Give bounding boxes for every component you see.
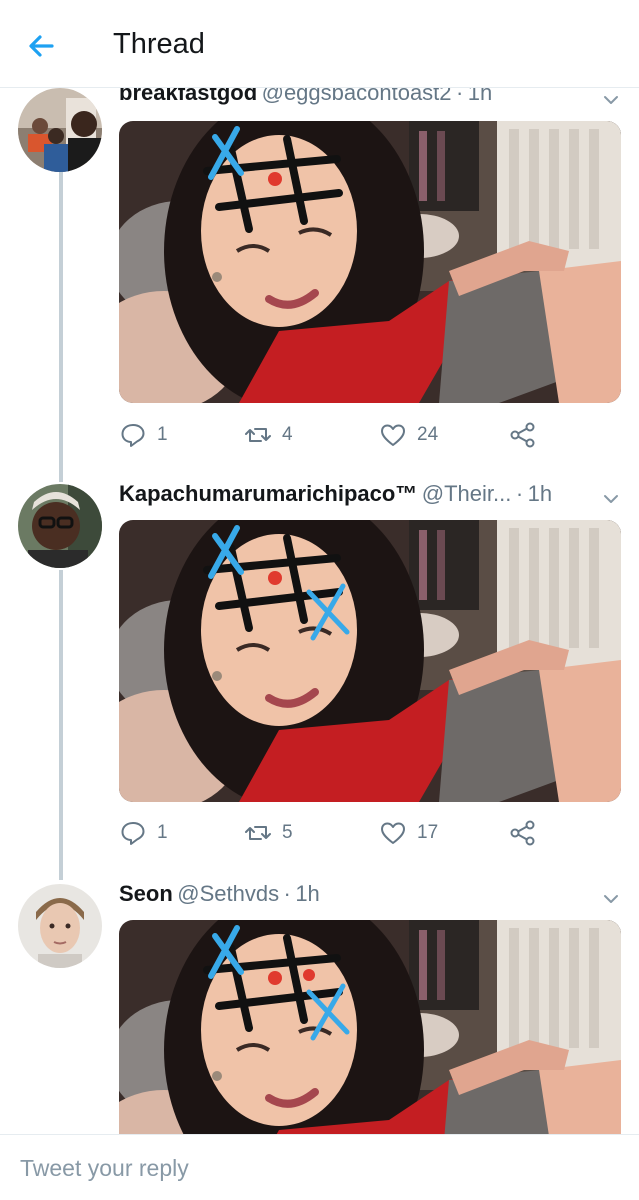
reply-icon bbox=[121, 424, 145, 447]
separator-dot: · bbox=[455, 88, 464, 105]
retweet-count: 4 bbox=[282, 424, 293, 445]
retweet-button[interactable]: 5 bbox=[244, 818, 293, 848]
heart-icon bbox=[381, 424, 405, 446]
photo-image bbox=[119, 520, 621, 802]
separator-dot: · bbox=[283, 881, 291, 906]
avatar[interactable] bbox=[18, 884, 102, 968]
tweet-header: breakfastgod @eggsbacontoast2 · 1h bbox=[119, 88, 617, 110]
reply-composer bbox=[0, 1134, 639, 1200]
photo-image bbox=[119, 121, 621, 403]
chevron-down-icon[interactable] bbox=[601, 889, 621, 909]
timestamp[interactable]: 1h bbox=[295, 881, 319, 906]
chevron-down-icon[interactable] bbox=[601, 90, 621, 110]
handle[interactable]: @eggsbacontoast2 bbox=[262, 88, 452, 105]
retweet-count: 5 bbox=[282, 822, 293, 843]
share-button[interactable] bbox=[509, 818, 537, 848]
reply-count: 1 bbox=[157, 424, 168, 445]
tweet-actions: 1 5 17 bbox=[119, 818, 539, 848]
like-count: 24 bbox=[417, 424, 439, 445]
photo-image bbox=[119, 920, 621, 1134]
page-title: Thread bbox=[113, 28, 205, 60]
display-name[interactable]: Kapachumarumarichipaco™ bbox=[119, 481, 417, 506]
like-count: 17 bbox=[417, 822, 439, 843]
reply-input[interactable] bbox=[0, 1135, 639, 1200]
separator-dot: · bbox=[515, 481, 524, 506]
share-icon bbox=[510, 422, 535, 448]
back-button[interactable] bbox=[22, 26, 62, 66]
avatar[interactable] bbox=[18, 484, 102, 568]
tweet-header: Kapachumarumarichipaco™ @Their... · 1h bbox=[119, 481, 617, 511]
thread-connector bbox=[59, 170, 63, 482]
arrow-left-icon[interactable] bbox=[22, 26, 62, 66]
like-button[interactable]: 24 bbox=[379, 420, 438, 450]
heart-icon bbox=[381, 822, 405, 844]
reply-icon bbox=[121, 822, 145, 845]
tweet-actions: 1 4 24 bbox=[119, 420, 539, 450]
share-icon bbox=[510, 820, 535, 846]
chevron-down-icon[interactable] bbox=[601, 489, 621, 509]
display-name[interactable]: breakfastgod bbox=[119, 88, 257, 105]
retweet-button[interactable]: 4 bbox=[244, 420, 293, 450]
reply-count: 1 bbox=[157, 822, 168, 843]
tweet-photo[interactable] bbox=[119, 520, 621, 802]
reply-button[interactable]: 1 bbox=[119, 420, 168, 450]
avatar[interactable] bbox=[18, 88, 102, 172]
like-button[interactable]: 17 bbox=[379, 818, 438, 848]
handle[interactable]: @Their... bbox=[422, 481, 512, 506]
retweet-icon bbox=[245, 826, 271, 840]
tweet-photo[interactable] bbox=[119, 920, 621, 1134]
display-name[interactable]: Seon bbox=[119, 881, 173, 906]
tweet-header: Seon @Sethvds · 1h bbox=[119, 881, 617, 911]
share-button[interactable] bbox=[509, 420, 537, 450]
thread-timeline[interactable]: breakfastgod @eggsbacontoast2 · 1h 1 4 2… bbox=[0, 88, 639, 1134]
retweet-icon bbox=[245, 428, 271, 442]
timestamp[interactable]: 1h bbox=[468, 88, 492, 105]
reply-button[interactable]: 1 bbox=[119, 818, 168, 848]
top-bar: Thread bbox=[0, 0, 639, 88]
thread-connector bbox=[59, 570, 63, 880]
tweet-photo[interactable] bbox=[119, 121, 621, 403]
timestamp[interactable]: 1h bbox=[528, 481, 552, 506]
handle[interactable]: @Sethvds bbox=[177, 881, 279, 906]
